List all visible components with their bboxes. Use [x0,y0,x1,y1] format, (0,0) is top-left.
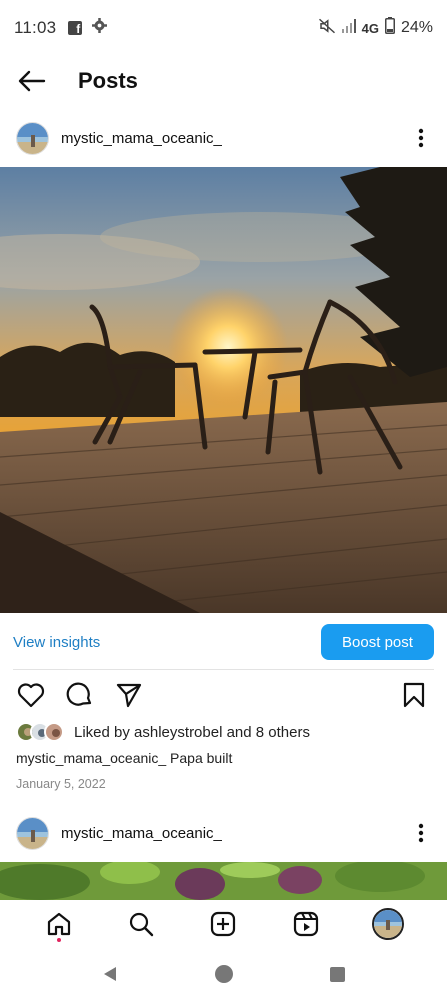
view-insights-link[interactable]: View insights [13,634,100,651]
more-vertical-icon [418,128,424,148]
post-header: mystic_mama_oceanic_ [0,111,447,165]
system-navigation [0,948,447,1000]
next-post-image[interactable] [0,862,447,900]
top-app-bar: Posts [0,56,447,106]
system-home-button[interactable] [214,964,234,984]
comment-button[interactable] [65,680,95,710]
comment-icon [66,682,92,706]
nav-profile[interactable] [368,904,408,944]
battery-icon [384,17,395,39]
insights-row: View insights Boost post [0,616,447,668]
divider [13,669,434,670]
next-post-header: mystic_mama_oceanic_ [0,806,447,860]
signal-icon [341,18,356,38]
send-icon [116,683,142,708]
profile-avatar [371,908,404,940]
more-vertical-icon [418,823,424,843]
post-caption[interactable]: mystic_mama_oceanic_ Papa built [16,750,232,766]
post-image[interactable] [0,167,447,613]
heart-icon [17,683,45,708]
like-button[interactable] [16,680,46,710]
post-username[interactable]: mystic_mama_oceanic_ [61,130,222,147]
bottom-navigation [0,900,447,948]
notification-dot [57,938,62,942]
liker-avatar [44,722,64,742]
network-type: 4G [361,20,379,36]
home-icon [47,912,71,936]
settings-gear-icon [92,18,108,38]
status-time: 11:03 [14,18,57,37]
save-button[interactable] [399,680,429,710]
reels-icon [293,911,318,937]
post-username[interactable]: mystic_mama_oceanic_ [61,825,222,842]
system-back-button[interactable] [101,965,119,983]
search-icon [130,912,154,937]
post-date: January 5, 2022 [16,777,106,791]
arrow-left-icon [18,70,46,92]
liker-avatars [16,722,64,742]
more-options-button[interactable] [411,818,431,848]
likes-row[interactable]: Liked by ashleystrobel and 8 others [16,720,310,744]
home-circle-icon [215,965,233,983]
avatar[interactable] [16,121,49,155]
nav-home[interactable] [39,904,79,944]
post-actions [0,678,447,712]
avatar[interactable] [16,816,49,850]
recents-square-icon [330,966,345,982]
bookmark-icon [403,682,425,708]
boost-post-button[interactable]: Boost post [321,624,434,660]
back-triangle-icon [104,967,116,981]
liked-by-text[interactable]: Liked by ashleystrobel and 8 others [74,724,310,741]
page-title: Posts [78,68,138,93]
more-options-button[interactable] [411,123,431,153]
nav-reels[interactable] [286,904,326,944]
nav-search[interactable] [121,904,161,944]
mute-icon [318,17,336,40]
create-icon [211,911,236,937]
facebook-icon: f [68,21,83,35]
back-button[interactable] [16,65,48,97]
status-bar: 11:03 f 4G 24% [0,0,447,56]
share-button[interactable] [114,680,144,710]
battery-percent: 24% [400,19,433,36]
nav-create[interactable] [203,904,243,944]
system-recents-button[interactable] [329,966,346,983]
